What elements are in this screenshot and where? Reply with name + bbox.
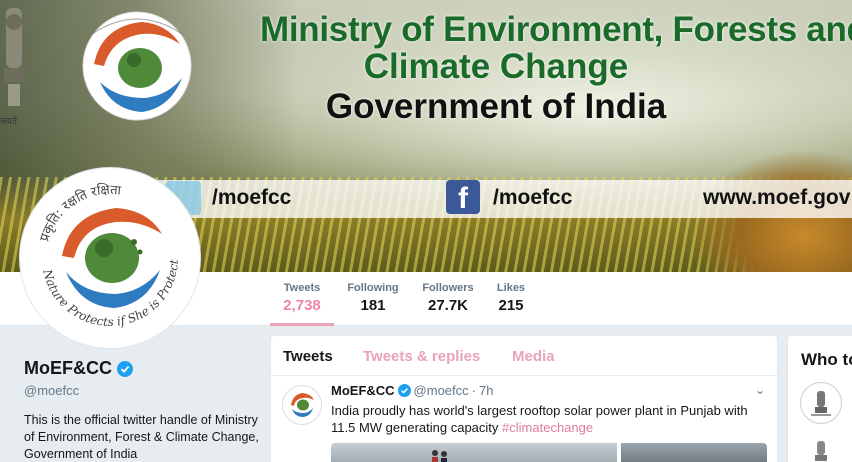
timeline: Tweets Tweets & replies Media MoEF&CC @m… [270, 335, 778, 462]
national-emblem-icon [815, 441, 827, 461]
nav-likes-label: Likes [496, 282, 526, 294]
suggested-account-avatar[interactable] [800, 382, 842, 424]
nav-followers-value: 27.7K [427, 297, 469, 314]
banner-facebook-handle: /moefcc [493, 186, 573, 209]
nav-following-label: Following [347, 282, 399, 294]
profile-bio: This is the official twitter handle of M… [24, 413, 259, 461]
tweet-text: India proudly has world's largest roofto… [331, 402, 761, 436]
tweet-author-name[interactable]: MoEF&CC [331, 383, 395, 398]
tweet-photo-left[interactable] [331, 443, 617, 462]
banner-twitter-handle: /moefcc [212, 186, 292, 209]
nav-tweets-label: Tweets [283, 282, 321, 294]
tweet-media[interactable] [331, 443, 767, 462]
banner-title-line-2: Climate Change [363, 47, 629, 86]
verified-badge-icon [117, 360, 133, 377]
banner-website: www.moef.gov [703, 186, 851, 209]
tweet-separator: · [471, 383, 476, 398]
tweet-avatar[interactable] [282, 385, 322, 425]
tweet-author-handle[interactable]: @moefcc [414, 383, 469, 398]
facebook-icon: f [446, 180, 480, 215]
tweet-header: MoEF&CC @moefcc · 7h [331, 383, 493, 398]
moef-avatar-logo-icon: प्रकृति: रक्षति रक्षिता Nature Protects … [20, 161, 181, 329]
people-photo-icon [432, 450, 447, 462]
chevron-down-icon[interactable]: ⌄ [755, 383, 765, 397]
profile-avatar[interactable]: प्रकृति: रक्षति रक्षिता Nature Protects … [20, 161, 200, 348]
tweet-item[interactable]: MoEF&CC @moefcc · 7h ⌄ India proudly has… [271, 377, 777, 462]
timeline-tabs: Tweets Tweets & replies Media [271, 336, 777, 376]
nav-tweets-value: 2,738 [283, 297, 321, 314]
tab-tweets-replies[interactable]: Tweets & replies [363, 348, 480, 365]
banner-title-line-1: Ministry of Environment, Forests and [260, 10, 852, 49]
tweet-verified-icon [397, 384, 411, 397]
tweet-time[interactable]: 7h [479, 383, 493, 398]
tweet-photo-right[interactable] [621, 443, 767, 462]
nav-followers-label: Followers [422, 282, 474, 294]
nav-followers[interactable]: Followers 27.7K [420, 282, 476, 326]
national-emblem-icon [811, 391, 831, 416]
nav-following-value: 181 [360, 297, 386, 314]
profile-name[interactable]: MoEF&CC [24, 358, 112, 379]
nav-following[interactable]: Following 181 [344, 282, 402, 326]
nav-tweets[interactable]: Tweets 2,738 [270, 282, 334, 326]
banner-title-line-3: Government of India [325, 87, 667, 126]
national-emblem-icon: जयते [0, 2, 28, 127]
emblem-caption: जयते [0, 117, 18, 127]
profile-name-row: MoEF&CC [24, 358, 133, 379]
nav-likes[interactable]: Likes 215 [494, 282, 528, 326]
who-to-follow-panel: Who to [787, 335, 852, 462]
moef-tweet-logo-icon [291, 393, 314, 417]
profile-handle[interactable]: @moefcc [24, 383, 259, 398]
tweet-hashtag[interactable]: #climatechange [502, 420, 593, 435]
tab-media[interactable]: Media [512, 348, 555, 365]
nav-likes-value: 215 [498, 297, 524, 314]
who-to-follow-title: Who to [801, 350, 852, 369]
banner-title: Ministry of Environment, Forests and Cli… [246, 12, 852, 124]
profile-card: MoEF&CC @moefcc This is the official twi… [24, 358, 259, 462]
tab-tweets[interactable]: Tweets [283, 348, 333, 365]
